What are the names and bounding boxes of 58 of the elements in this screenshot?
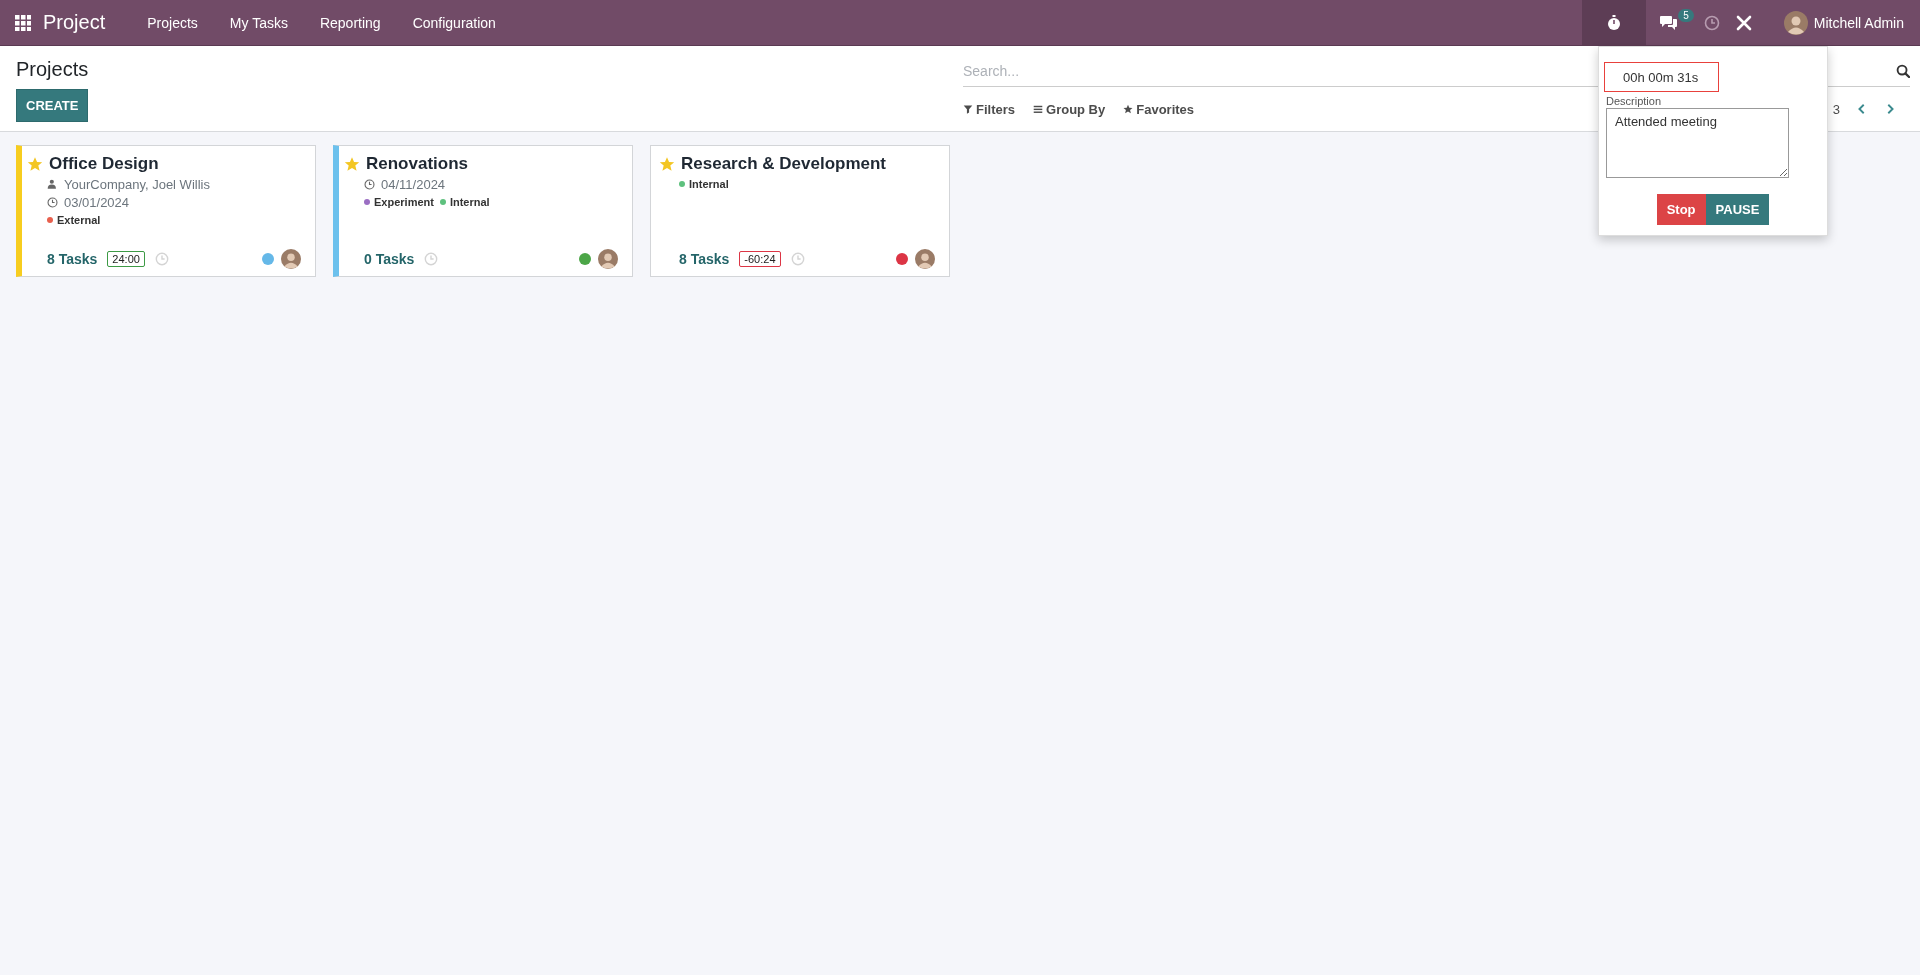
- message-count-badge: 5: [1678, 9, 1694, 22]
- tag-label: External: [57, 214, 101, 226]
- clock-icon: [364, 179, 375, 190]
- star-icon: [1123, 104, 1134, 114]
- description-label: Description: [1606, 95, 1663, 107]
- remaining-hours-badge: 24:00: [107, 251, 145, 267]
- pause-button[interactable]: PAUSE: [1705, 194, 1770, 225]
- clock-icon[interactable]: [1703, 14, 1720, 31]
- clock-icon: [47, 197, 58, 208]
- person-icon: [47, 179, 58, 190]
- user-name[interactable]: Mitchell Admin: [1813, 14, 1904, 31]
- remaining-hours-badge: -60:24: [739, 251, 781, 267]
- user-avatar[interactable]: [1783, 10, 1808, 35]
- project-card[interactable]: Renovations 04/11/2024 Experiment Internal 0 Tasks: [333, 145, 633, 277]
- tag-label: Experiment: [374, 196, 434, 208]
- page-title: Projects: [16, 58, 89, 81]
- task-count-link[interactable]: 0 Tasks: [364, 251, 415, 267]
- timer-display: 00h 00m 31s: [1604, 62, 1719, 92]
- avatar-icon: [915, 249, 935, 269]
- task-count-link[interactable]: 8 Tasks: [679, 251, 730, 267]
- menu-item[interactable]: Configuration: [396, 14, 512, 31]
- pager-value: 3: [1832, 101, 1840, 117]
- project-card[interactable]: Research & Development Internal 8 Tasks -60:24: [650, 145, 950, 277]
- star-icon[interactable]: [27, 156, 43, 172]
- project-name: Renovations: [366, 154, 469, 174]
- menu-item[interactable]: Projects: [131, 14, 214, 31]
- status-dot[interactable]: [262, 253, 274, 265]
- chat-icon[interactable]: [1659, 14, 1678, 31]
- timer-button[interactable]: [1581, 0, 1646, 45]
- description-field[interactable]: Attended meeting: [1606, 108, 1789, 178]
- project-date: 04/11/2024: [381, 177, 446, 192]
- project-name: Office Design: [49, 154, 159, 174]
- tag-label: Internal: [449, 196, 490, 208]
- status-dot[interactable]: [896, 253, 908, 265]
- star-icon[interactable]: [344, 156, 360, 172]
- stop-button[interactable]: Stop: [1656, 194, 1706, 225]
- apps-menu-icon[interactable]: [15, 14, 31, 31]
- stopwatch-icon: [1605, 14, 1622, 31]
- app-title: Project: [42, 11, 107, 34]
- tag-label: Internal: [689, 178, 729, 190]
- menu-item[interactable]: Reporting: [303, 14, 397, 31]
- search-icon: [1896, 64, 1910, 78]
- list-icon: [1033, 104, 1043, 114]
- status-dot[interactable]: [579, 253, 591, 265]
- customer-name: YourCompany, Joel Willis: [64, 177, 210, 192]
- project-date: 03/01/2024: [64, 195, 130, 210]
- filter-menu-button[interactable]: Filters: [963, 101, 1015, 117]
- create-button[interactable]: CREATE: [16, 89, 89, 122]
- funnel-icon: [963, 104, 973, 114]
- avatar-icon: [281, 249, 301, 269]
- task-count-link[interactable]: 8 Tasks: [47, 251, 98, 267]
- avatar-icon: [598, 249, 618, 269]
- filter-menu-button[interactable]: Favorites: [1123, 101, 1195, 117]
- menu-item[interactable]: My Tasks: [213, 14, 304, 31]
- filter-menu-button[interactable]: Group By: [1033, 101, 1106, 117]
- project-name: Research & Development: [681, 154, 887, 174]
- project-card[interactable]: Office Design YourCompany, Joel Willis 03/01/2024 External 8 Tasks 24:00: [16, 145, 316, 277]
- star-icon[interactable]: [659, 156, 675, 172]
